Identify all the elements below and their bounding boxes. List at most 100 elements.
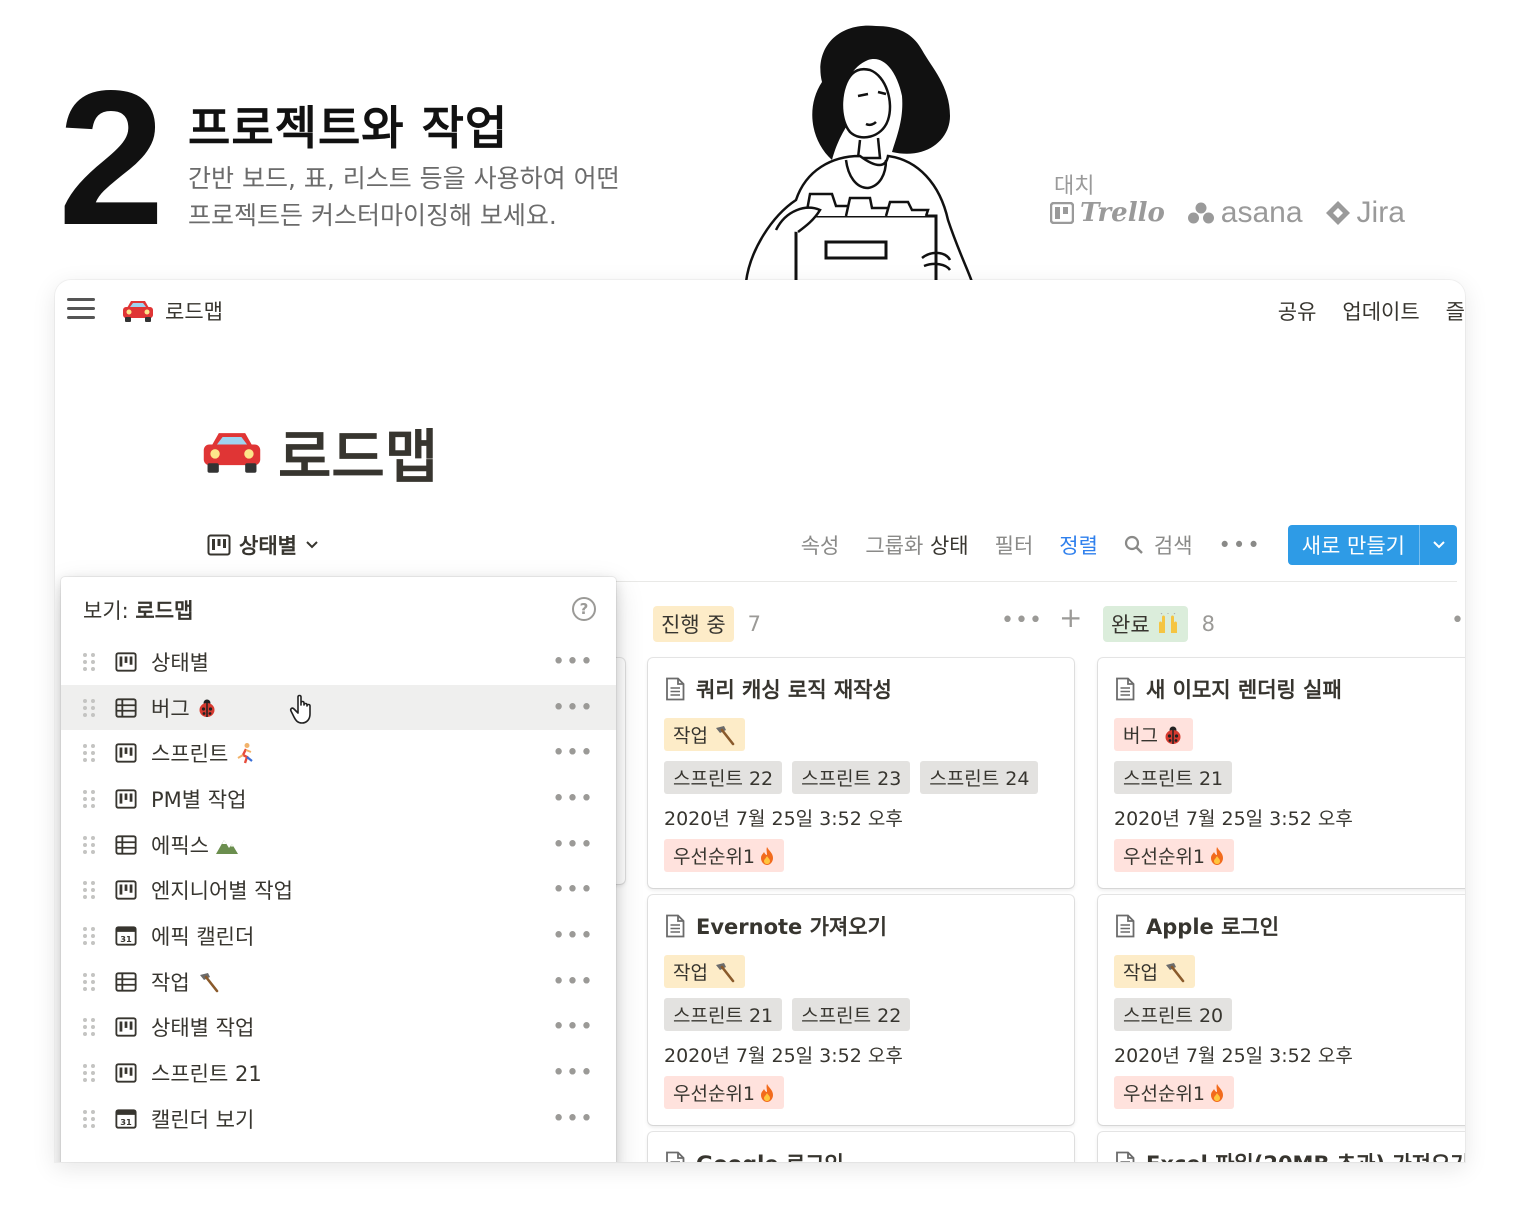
sprint-tag: 스프린트 22 (664, 761, 783, 794)
view-more-icon[interactable]: ••• (552, 923, 594, 948)
drag-handle-icon[interactable] (83, 697, 97, 719)
drag-handle-icon[interactable] (83, 834, 97, 856)
breadcrumb[interactable]: 로드맵 (121, 296, 223, 326)
more-options-icon[interactable]: ••• (1219, 533, 1262, 557)
view-more-icon[interactable]: ••• (552, 649, 594, 674)
view-item-label: 엔지니어별 작업 (151, 879, 293, 904)
priority-tag: 우선순위1 (664, 839, 785, 872)
type-tag-row: 작업 (664, 718, 1058, 751)
fire-icon (761, 846, 774, 865)
drag-handle-icon[interactable] (83, 1016, 97, 1038)
view-item-label-wrap: 캘린더 보기 (151, 1104, 254, 1134)
board-card[interactable]: Evernote 가져오기 작업 스프린트 21 스프린트 22 2020년 7월 25… (648, 895, 1074, 1125)
view-item-label: 상태별 작업 (151, 1016, 255, 1041)
view-item[interactable]: 버그 ••• (61, 684, 616, 731)
mountain-icon (215, 839, 238, 854)
sprint-tag: 스프린트 21 (664, 998, 783, 1031)
status-pill-done-label: 완료 (1111, 613, 1150, 637)
sprint-tag: 스프린트 21 (1114, 761, 1233, 794)
view-selector-label: 상태별 (239, 534, 297, 558)
table-icon (115, 834, 137, 855)
card-date: 2020년 7월 25일 3:52 오후 (664, 808, 903, 830)
view-item[interactable]: 31 에픽 캘린더 ••• (61, 913, 616, 959)
drag-handle-icon[interactable] (83, 742, 97, 764)
board-card[interactable]: 쿼리 캐싱 로직 재작성 작업 스프린트 22 스프린트 23 스프린트 24 2020년… (648, 658, 1074, 888)
view-more-icon[interactable]: ••• (552, 695, 594, 720)
svg-text:31: 31 (120, 1117, 132, 1127)
view-item[interactable]: 스프린트 ••• (61, 730, 616, 776)
view-more-icon[interactable]: ••• (552, 1106, 594, 1131)
sprint-tag: 스프린트 22 (792, 998, 911, 1031)
column-header-done: 완료 8 (1103, 606, 1215, 642)
document-icon (1116, 1151, 1135, 1162)
board-card[interactable]: Google 로그인 (648, 1132, 1074, 1162)
jira-icon (1325, 201, 1350, 225)
filter-button[interactable]: 필터 (995, 530, 1034, 560)
drag-handle-icon[interactable] (83, 971, 97, 993)
fire-icon (1211, 846, 1224, 865)
drag-handle-icon[interactable] (83, 1108, 97, 1130)
drag-handle-icon[interactable] (83, 651, 97, 673)
view-item[interactable]: 상태별 작업 ••• (61, 1005, 616, 1051)
view-more-icon[interactable]: ••• (552, 832, 594, 857)
drag-handle-icon[interactable] (83, 879, 97, 901)
sort-button[interactable]: 정렬 (1059, 530, 1098, 560)
view-item-label: 상태별 (151, 650, 209, 675)
priority-tag: 우선순위1 (1114, 1076, 1235, 1109)
updates-button[interactable]: 업데이트 (1342, 296, 1419, 326)
help-icon[interactable]: ? (572, 597, 596, 621)
view-item-label-wrap: 에픽스 (151, 830, 239, 860)
view-more-icon[interactable]: ••• (552, 969, 594, 994)
view-item[interactable]: 상태별 ••• (61, 639, 616, 685)
priority-tag-row: 우선순위1 (1114, 1076, 1465, 1109)
view-item[interactable]: 스프린트 21 ••• (61, 1050, 616, 1096)
drag-handle-icon[interactable] (83, 1062, 97, 1084)
view-more-icon[interactable]: ••• (552, 1015, 594, 1040)
drag-handle-icon[interactable] (83, 925, 97, 947)
drag-handle-icon[interactable] (83, 788, 97, 810)
view-item[interactable]: 작업 ••• (61, 959, 616, 1005)
view-item-label: 에픽스 (151, 833, 209, 858)
column-more-icon[interactable]: ••• (1451, 608, 1465, 633)
column-more-icon[interactable]: ••• (1001, 608, 1043, 633)
notion-app-window: 로드맵 공유 업데이트 즐 로드맵 상태별 속성 그룹화 상태 필터 정렬 검색 (55, 280, 1465, 1162)
card-title-text: Evernote 가져오기 (696, 915, 887, 939)
view-item[interactable]: 에픽스 ••• (61, 822, 616, 868)
properties-button[interactable]: 속성 (801, 530, 840, 560)
share-button[interactable]: 공유 (1278, 296, 1317, 326)
view-item[interactable]: PM별 작업 ••• (61, 776, 616, 822)
new-button-dropdown[interactable] (1419, 525, 1457, 565)
board-icon (115, 1063, 137, 1083)
card-date: 2020년 7월 25일 3:52 오후 (1114, 1045, 1353, 1067)
sidebar-toggle-icon[interactable] (67, 298, 95, 320)
section-number: 2 (58, 50, 165, 265)
view-more-icon[interactable]: ••• (552, 786, 594, 811)
breadcrumb-label: 로드맵 (165, 300, 223, 324)
alternative-brands: Trello asana Jira (1050, 196, 1405, 230)
type-tag-label: 작업 (673, 725, 708, 747)
view-more-icon[interactable]: ••• (552, 741, 594, 766)
new-button[interactable]: 새로 만들기 (1288, 525, 1419, 565)
card-title: Evernote 가져오기 (664, 911, 1058, 941)
view-item[interactable]: 엔지니어별 작업 ••• (61, 867, 616, 913)
view-selector[interactable]: 상태별 (207, 530, 319, 560)
favorite-button[interactable]: 즐 (1446, 296, 1465, 326)
view-item-label-wrap: 상태별 작업 (151, 1012, 254, 1042)
page-title-text: 로드맵 (278, 423, 439, 491)
view-more-icon[interactable]: ••• (552, 1061, 594, 1086)
priority-tag-row: 우선순위1 (1114, 839, 1465, 872)
board-card[interactable]: 새 이모지 렌더링 실패 버그 스프린트 21 2020년 7월 25일 3:52 오… (1098, 658, 1465, 888)
group-button[interactable]: 그룹화 상태 (865, 530, 968, 560)
add-card-icon[interactable]: + (1059, 604, 1082, 633)
sprint-tag: 스프린트 20 (1114, 998, 1233, 1031)
search-button[interactable]: 검색 (1124, 530, 1193, 560)
status-pill-in-progress: 진행 중 (653, 606, 734, 642)
board-card[interactable]: Excel 파일(20MB 초과) 가져오기 (1098, 1132, 1465, 1162)
board-card[interactable]: Apple 로그인 작업 스프린트 20 2020년 7월 25일 3:52 오후 우선… (1098, 895, 1465, 1125)
view-more-icon[interactable]: ••• (552, 878, 594, 903)
view-item[interactable]: 31 캘린더 보기 ••• (61, 1096, 616, 1142)
view-item-label-wrap: PM별 작업 (151, 784, 246, 814)
hammer-icon (199, 972, 218, 992)
car-icon (123, 301, 153, 322)
view-item-label: 캘린더 보기 (151, 1107, 255, 1132)
